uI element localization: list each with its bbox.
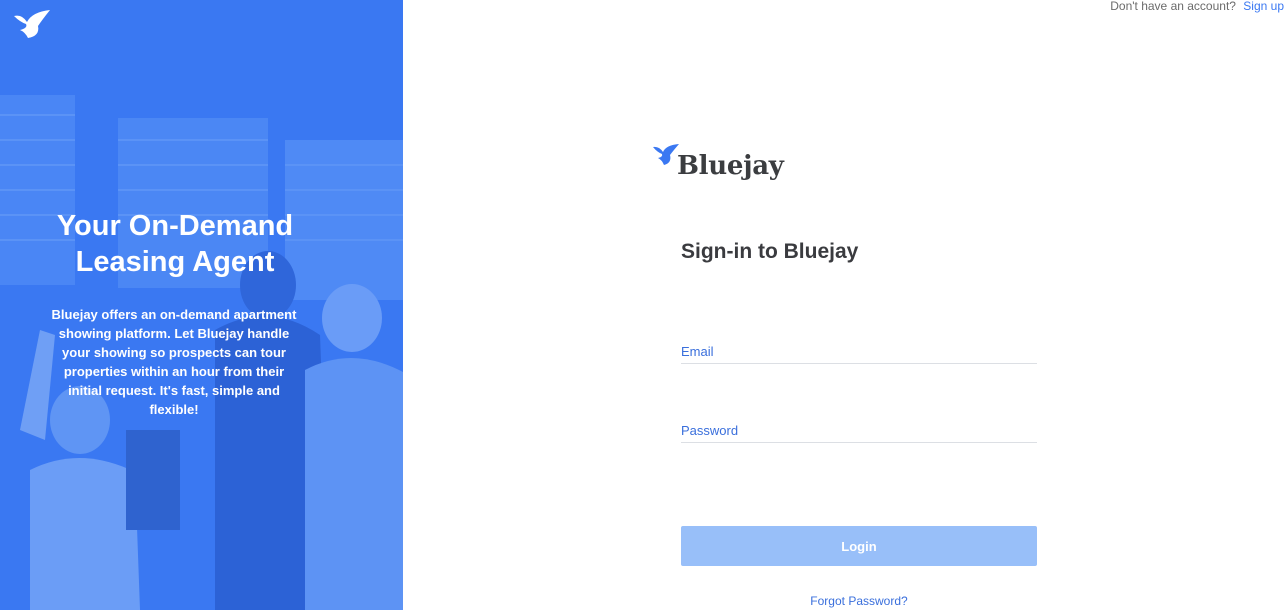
- email-field: [681, 334, 1037, 364]
- forgot-password-link[interactable]: Forgot Password?: [681, 594, 1037, 608]
- bird-icon: [653, 144, 679, 165]
- signup-prompt: Don't have an account?: [1110, 0, 1236, 13]
- hero-description: Bluejay offers an on-demand apartment sh…: [51, 307, 297, 417]
- login-button[interactable]: Login: [681, 526, 1037, 566]
- signup-link[interactable]: Sign up: [1243, 0, 1284, 13]
- brand-name: Bluejay: [677, 151, 784, 181]
- password-input[interactable]: [681, 413, 1037, 442]
- signup-bar: Don't have an account? Sign up: [1110, 0, 1284, 14]
- hero-title: Your On-Demand Leasing Agent: [56, 210, 294, 278]
- bird-logo-icon[interactable]: [12, 10, 52, 40]
- signin-title: Sign-in to Bluejay: [681, 240, 859, 263]
- password-field: [681, 413, 1037, 443]
- login-page: Your On-Demand Leasing Agent Bluejay off…: [0, 0, 1288, 610]
- hero-panel: Your On-Demand Leasing Agent Bluejay off…: [0, 0, 403, 610]
- brand-logo: Bluejay: [652, 143, 792, 185]
- email-input[interactable]: [681, 334, 1037, 363]
